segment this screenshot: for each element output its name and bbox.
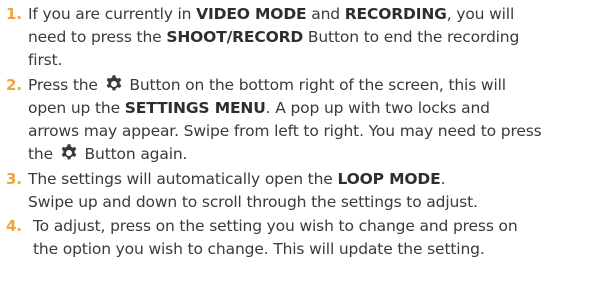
step-line: Swipe up and down to scroll through the … bbox=[28, 193, 478, 211]
gear-icon bbox=[106, 75, 121, 91]
step-line: the option you wish to change. This will… bbox=[33, 240, 485, 258]
step-line: arrows may appear. Swipe from left to ri… bbox=[28, 122, 542, 140]
step-number: 2. bbox=[6, 76, 23, 94]
loop-mode-term: LOOP MODE bbox=[337, 170, 441, 188]
instruction-page: { "steps": [ { "number": "1.", "lines": … bbox=[0, 0, 589, 290]
step-line: Press the Button on the bottom right of … bbox=[28, 75, 506, 94]
step-line: need to press the SHOOT/RECORD Button to… bbox=[28, 28, 520, 46]
step-line: If you are currently in VIDEO MODE and R… bbox=[28, 5, 515, 23]
step-line: To adjust, press on the setting you wish… bbox=[33, 217, 518, 235]
shoot-record-term: SHOOT/RECORD bbox=[166, 28, 304, 46]
step-line: first. bbox=[28, 51, 63, 69]
step-number: 3. bbox=[6, 170, 23, 188]
video-mode-term: VIDEO MODE bbox=[196, 5, 307, 23]
step-number: 4. bbox=[6, 217, 23, 235]
step-line: the Button again. bbox=[28, 144, 188, 163]
step-number: 1. bbox=[6, 5, 23, 23]
settings-menu-term: SETTINGS MENU bbox=[124, 99, 266, 117]
gear-icon bbox=[61, 144, 77, 160]
step-line: open up the SETTINGS MENU. A pop up with… bbox=[28, 99, 490, 117]
step-line: The settings will automatically open the… bbox=[28, 170, 446, 188]
recording-term: RECORDING bbox=[344, 5, 447, 23]
